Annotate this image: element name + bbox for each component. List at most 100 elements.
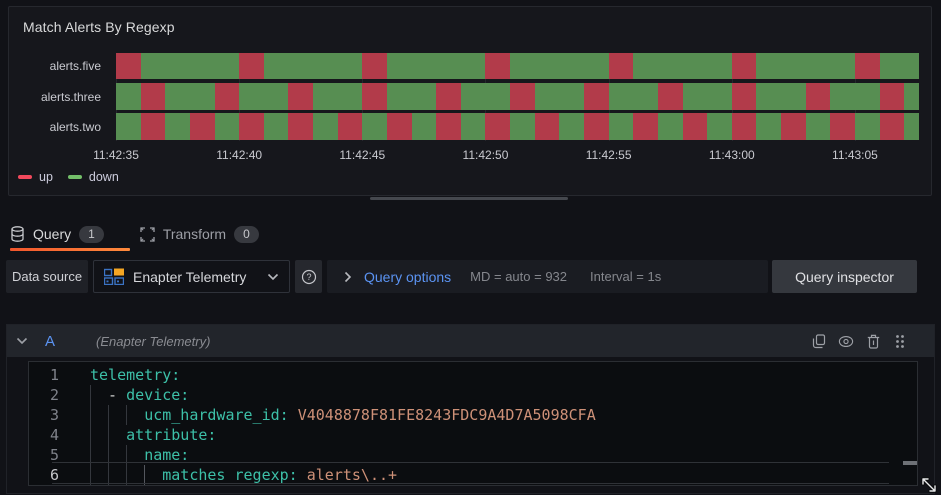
panel-resize-handle[interactable] xyxy=(370,197,568,200)
x-axis-tick-label: 11:42:35 xyxy=(93,148,139,162)
timeline-segment-up xyxy=(731,83,757,110)
x-axis-tick-label: 11:43:00 xyxy=(708,148,755,162)
timeline-segment-up xyxy=(362,83,387,110)
timeline-segment-down xyxy=(633,53,732,79)
timeline-segment-up xyxy=(608,53,634,79)
query-datasource-hint: (Enapter Telemetry) xyxy=(96,333,211,349)
timeline-segment-down xyxy=(879,53,919,79)
x-axis-tick-label: 11:42:45 xyxy=(339,148,386,162)
current-line-highlight xyxy=(52,462,889,484)
drag-query-handle[interactable] xyxy=(892,333,908,349)
legend-item-down[interactable]: down xyxy=(67,170,119,184)
editor-line[interactable]: 3 ucm_hardware_id: V4048878F81FE8243FDC9… xyxy=(29,405,917,425)
transform-icon xyxy=(140,226,155,242)
timeline-segment-down xyxy=(707,113,732,140)
timeline-segment-down xyxy=(510,113,535,140)
timeline-segment-up xyxy=(657,83,683,110)
timeline-row-label: alerts.two xyxy=(49,119,101,134)
query-options-bar[interactable]: Query options MD = auto = 932 Interval =… xyxy=(327,260,768,293)
query-options-link[interactable]: Query options xyxy=(364,269,451,285)
editor-tabbar: Query 1 Transform 0 xyxy=(10,221,259,247)
timeline-segment-up xyxy=(288,83,314,110)
code-text: - device: xyxy=(90,386,190,404)
timeline-segment-up xyxy=(362,53,387,79)
collapse-chevron-icon[interactable] xyxy=(16,337,28,345)
datasource-help-button[interactable]: ? xyxy=(295,260,322,293)
editor-line[interactable]: 4 attribute: xyxy=(29,425,917,445)
timeline-segment-down xyxy=(362,113,387,140)
timeline-segment-up xyxy=(731,113,757,140)
timeline-segment-up xyxy=(189,113,215,140)
timeline-segment-down xyxy=(140,53,240,79)
timeline-segment-down xyxy=(756,113,782,140)
line-number: 1 xyxy=(49,366,59,384)
timeline-segment-up xyxy=(140,83,166,110)
legend-color-pill xyxy=(18,175,32,179)
x-axis-tick-label: 11:42:50 xyxy=(462,148,509,162)
line-number: 2 xyxy=(49,386,59,404)
x-axis-tick-label: 11:43:05 xyxy=(832,148,878,162)
line-number: 4 xyxy=(49,426,59,444)
timeline-segment-up xyxy=(485,53,511,79)
query-inspector-button[interactable]: Query inspector xyxy=(772,260,917,293)
remove-query-button[interactable] xyxy=(865,333,881,349)
timeline-segment-down xyxy=(313,113,338,140)
timeline-segment-down xyxy=(805,113,831,140)
datasource-selected-value: Enapter Telemetry xyxy=(133,268,247,285)
timeline-segment-down xyxy=(559,113,584,140)
timeline-segment-down xyxy=(460,113,486,140)
code-text: telemetry: xyxy=(90,366,181,384)
timeline-segment-down xyxy=(608,113,634,140)
timeline-segment-down xyxy=(165,83,215,110)
timeline-segment-down xyxy=(116,83,141,110)
tab-query-label: Query xyxy=(33,226,72,242)
editor-scrollbar-thumb[interactable] xyxy=(903,461,917,465)
timeline-segment-down xyxy=(263,53,363,79)
tab-transform-count-badge: 0 xyxy=(234,225,259,243)
enapter-datasource-icon xyxy=(104,268,124,285)
tab-query[interactable]: Query 1 xyxy=(10,225,104,243)
timeline-segment-down xyxy=(682,83,732,110)
tab-transform-label: Transform xyxy=(162,226,227,242)
legend-item-up[interactable]: up xyxy=(18,170,53,184)
timeline-segment-up xyxy=(214,83,240,110)
timeline-segment-up xyxy=(534,113,560,140)
database-icon xyxy=(11,226,24,242)
timeline-segment-down xyxy=(510,53,609,79)
editor-line[interactable]: 2 - device: xyxy=(29,385,917,405)
active-tab-underline xyxy=(10,248,130,251)
timeline-segment-down xyxy=(830,83,880,110)
timeline-segment-down xyxy=(657,113,683,140)
max-data-points-value: MD = auto = 932 xyxy=(470,269,568,284)
timeline-row-bars xyxy=(116,83,919,110)
timeline-segment-down xyxy=(263,113,289,140)
timeline-segment-up xyxy=(731,53,757,79)
timeline-segment-up xyxy=(337,113,363,140)
timeline-segment-up xyxy=(781,113,806,140)
datasource-label: Data source xyxy=(6,260,88,293)
question-circle-icon: ? xyxy=(301,269,316,284)
tab-transform[interactable]: Transform 0 xyxy=(140,225,259,243)
legend-label: up xyxy=(39,170,53,184)
timeline-segment-down xyxy=(756,83,806,110)
editor-line[interactable]: 1 telemetry: xyxy=(29,365,917,385)
duplicate-query-button[interactable] xyxy=(811,333,827,349)
code-text: attribute: xyxy=(126,426,217,444)
timeline-segment-up xyxy=(584,113,609,140)
hide-query-button[interactable] xyxy=(838,333,854,349)
timeline-panel: Match Alerts By Regexp 11:42:35 11:42:40 1… xyxy=(8,6,932,196)
datasource-picker[interactable]: Enapter Telemetry xyxy=(93,260,290,293)
chevron-down-icon xyxy=(267,273,279,280)
interval-value: Interval = 1s xyxy=(590,269,662,284)
timeline-segment-down xyxy=(116,113,141,140)
timeline-segment-up xyxy=(633,113,658,140)
timeline-segment-up xyxy=(584,83,609,110)
query-row-header[interactable]: A (Enapter Telemetry) xyxy=(7,325,934,357)
timeline-segment-down xyxy=(165,113,190,140)
timeline-segment-up xyxy=(436,113,461,140)
panel-title[interactable]: Match Alerts By Regexp xyxy=(23,19,175,35)
timeline-segment-up xyxy=(239,53,264,79)
timeline-row-bars xyxy=(116,113,919,140)
timeline-segment-up xyxy=(485,113,511,140)
timeline-segment-up xyxy=(116,53,141,79)
